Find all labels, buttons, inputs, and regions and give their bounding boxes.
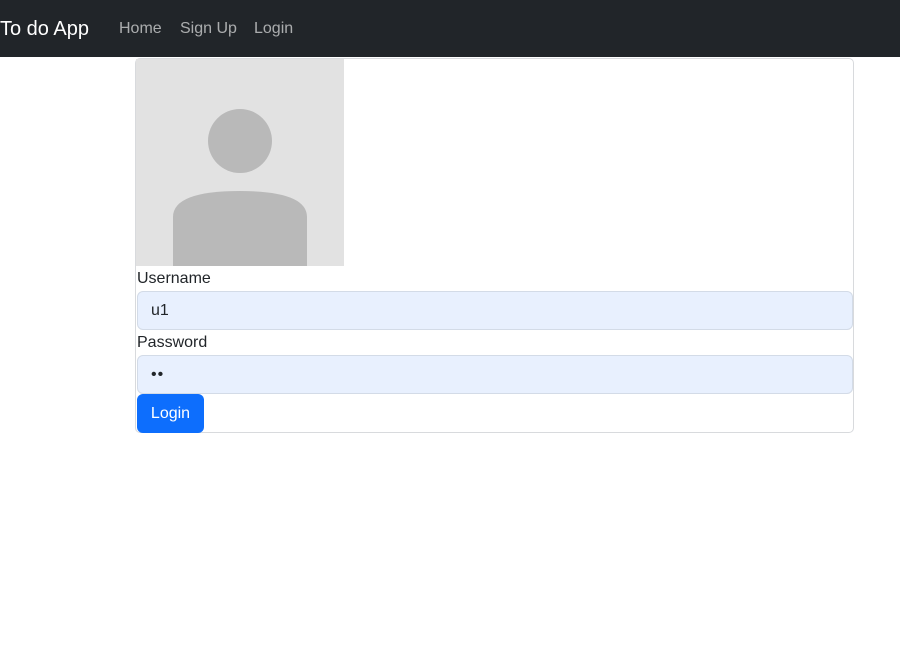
user-placeholder-icon [136,59,344,266]
nav-link-sign-up[interactable]: Sign Up [180,20,237,38]
username-field[interactable]: u1 [137,291,853,330]
password-label: Password [137,334,208,351]
login-card: Username u1 Password •• Login [135,58,854,433]
nav-link-login[interactable]: Login [254,20,293,38]
username-label: Username [137,270,211,287]
password-field[interactable]: •• [137,355,853,394]
nav-link-home[interactable]: Home [119,20,162,38]
navbar: To do App Home Sign Up Login [0,0,900,57]
login-button[interactable]: Login [137,394,204,433]
brand-link[interactable]: To do App [0,17,89,41]
